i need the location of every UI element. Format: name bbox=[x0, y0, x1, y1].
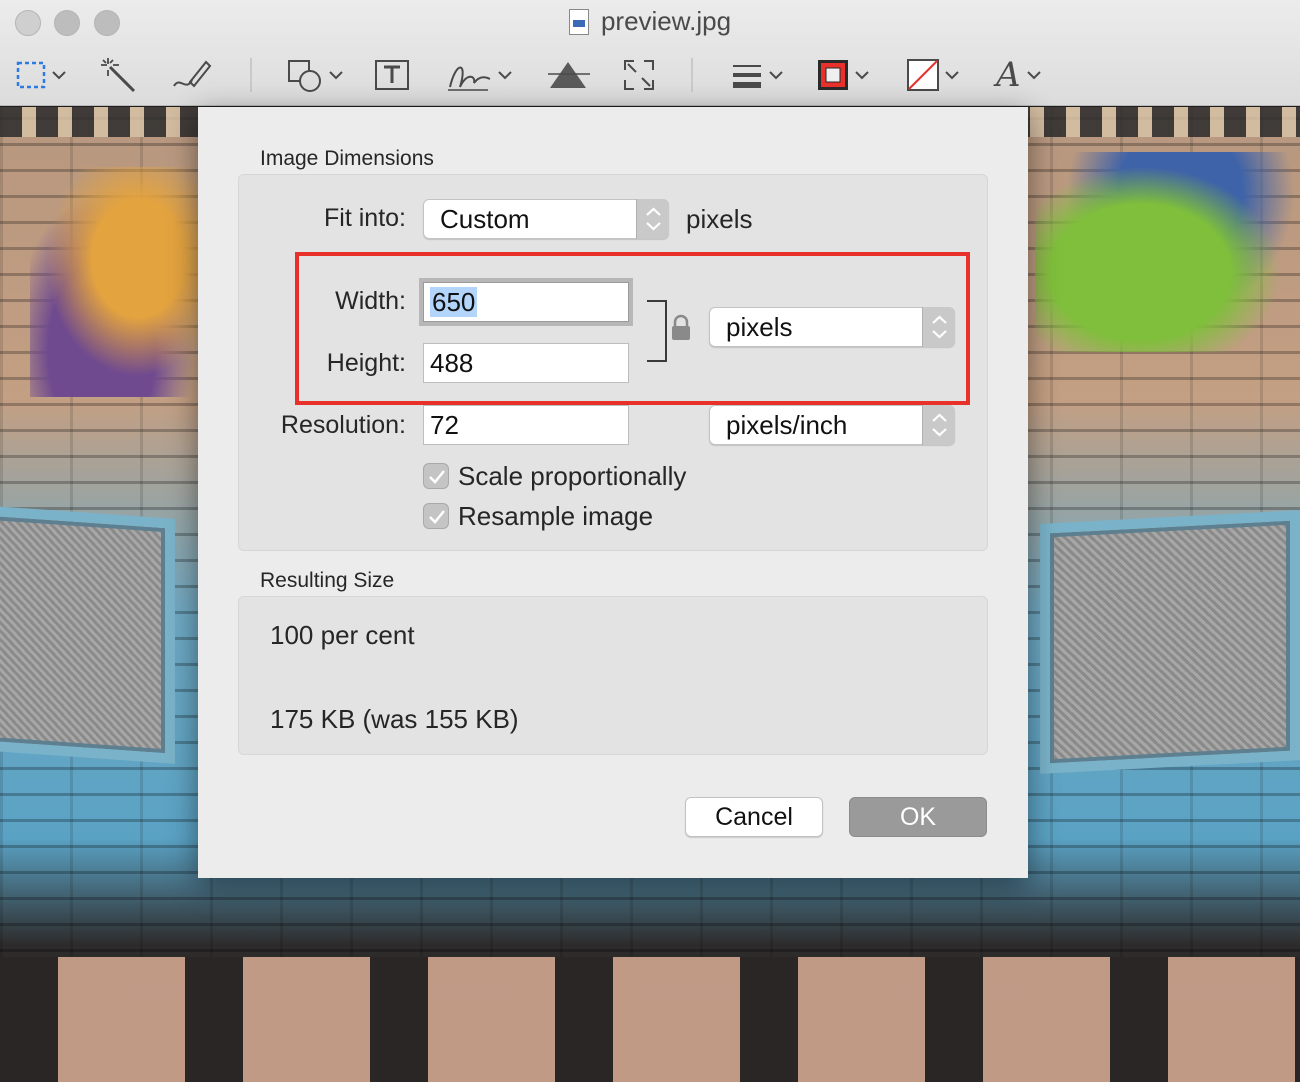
mural-right bbox=[1035, 152, 1300, 352]
checkmark-icon bbox=[429, 510, 445, 524]
resulting-size-title: Resulting Size bbox=[260, 569, 395, 592]
cancel-button[interactable]: Cancel bbox=[685, 797, 823, 837]
border-color-icon bbox=[818, 60, 848, 90]
instant-alpha-button[interactable] bbox=[100, 55, 136, 95]
selection-tool-button[interactable] bbox=[16, 55, 66, 95]
chevron-down-icon bbox=[498, 71, 512, 80]
resolution-unit-value: pixels/inch bbox=[726, 410, 848, 440]
chevron-down-icon bbox=[329, 71, 343, 80]
adjust-size-dialog: Image Dimensions Fit into: Custom pixels… bbox=[198, 107, 1028, 878]
resample-image-checkbox[interactable] bbox=[423, 503, 449, 529]
resolution-label: Resolution: bbox=[280, 411, 406, 439]
ok-button[interactable]: OK bbox=[849, 797, 987, 837]
chevron-down-icon bbox=[855, 71, 869, 80]
resulting-percent: 100 per cent bbox=[270, 620, 415, 650]
chevron-down-icon bbox=[945, 71, 959, 80]
border-color-button[interactable] bbox=[817, 55, 869, 95]
mural-left bbox=[30, 167, 210, 397]
fit-into-stepper[interactable] bbox=[636, 199, 669, 239]
window-title-text: preview.jpg bbox=[600, 6, 732, 36]
fit-into-value: Custom bbox=[440, 204, 530, 234]
text-box-button[interactable] bbox=[374, 55, 410, 95]
resolution-value: 72 bbox=[430, 410, 459, 440]
fit-into-label: Fit into: bbox=[324, 204, 406, 232]
instant-alpha-icon bbox=[101, 58, 136, 93]
resolution-unit-stepper[interactable] bbox=[922, 405, 955, 445]
up-down-chevron-icon bbox=[646, 207, 661, 231]
chevron-down-icon bbox=[52, 71, 66, 80]
shape-style-button[interactable] bbox=[731, 55, 783, 95]
shapes-icon bbox=[288, 60, 321, 92]
adjust-size-icon bbox=[624, 60, 654, 90]
checkmark-icon bbox=[429, 470, 445, 484]
fit-into-unit: pixels bbox=[686, 204, 753, 234]
vent-left bbox=[0, 505, 175, 764]
up-down-chevron-icon bbox=[932, 413, 947, 437]
adjust-size-button[interactable] bbox=[622, 55, 656, 95]
vent-right bbox=[1040, 510, 1300, 774]
fill-color-button[interactable] bbox=[907, 55, 959, 95]
text-style-icon: A bbox=[996, 55, 1021, 95]
toolbar-separator bbox=[691, 58, 693, 92]
image-dimensions-title: Image Dimensions bbox=[260, 147, 434, 170]
rectangular-selection-icon bbox=[16, 61, 46, 89]
adjust-color-button[interactable] bbox=[546, 55, 590, 95]
adjust-color-icon bbox=[548, 62, 590, 88]
scale-proportionally-checkbox[interactable] bbox=[423, 463, 449, 489]
toolbar-separator bbox=[250, 58, 252, 92]
text-box-icon bbox=[375, 60, 409, 90]
fill-color-icon bbox=[907, 59, 939, 91]
shapes-button[interactable] bbox=[287, 55, 343, 95]
window-titlebar: preview.jpg A bbox=[0, 0, 1300, 106]
resolution-field[interactable]: 72 bbox=[423, 405, 629, 445]
signature-icon bbox=[448, 66, 491, 91]
fit-into-popup[interactable]: Custom bbox=[423, 199, 669, 239]
image-bottom-stripes bbox=[0, 957, 1300, 1082]
chevron-down-icon bbox=[769, 71, 783, 80]
sketch-icon bbox=[173, 60, 212, 88]
resample-image-label[interactable]: Resample image bbox=[458, 501, 653, 532]
resulting-filesize: 175 KB (was 155 KB) bbox=[270, 704, 519, 734]
highlight-box bbox=[295, 252, 970, 405]
text-style-button[interactable]: A bbox=[996, 55, 1041, 95]
shape-style-icon bbox=[733, 65, 761, 88]
chevron-down-icon bbox=[1026, 71, 1041, 80]
signature-button[interactable] bbox=[446, 55, 512, 95]
resolution-unit-popup[interactable]: pixels/inch bbox=[709, 405, 955, 445]
sketch-button[interactable] bbox=[172, 55, 212, 95]
document-icon bbox=[568, 9, 589, 35]
window-title: preview.jpg bbox=[0, 6, 1300, 37]
scale-proportionally-label[interactable]: Scale proportionally bbox=[458, 461, 686, 492]
